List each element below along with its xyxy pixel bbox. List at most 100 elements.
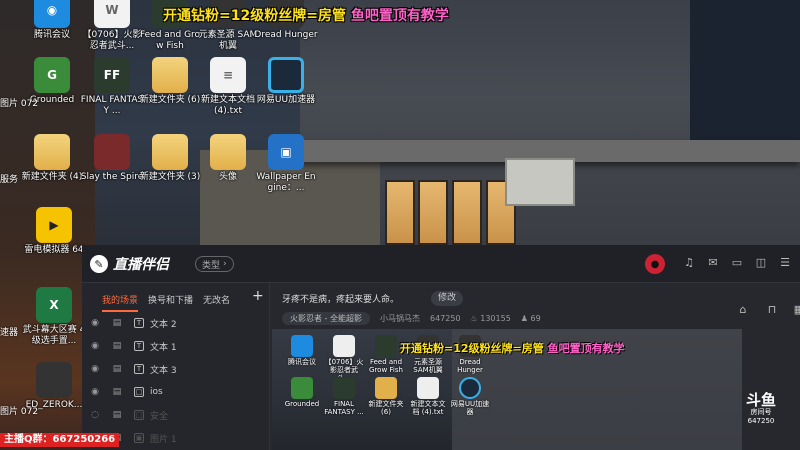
- desktop-icon[interactable]: FF FINAL FANTASY ...: [80, 57, 144, 117]
- preview-icon-label: 元素圣源 SAM机翼: [413, 358, 443, 374]
- preview-icon-label: Feed and Grow Fish: [369, 358, 403, 374]
- desktop-icon-label: 新建文件夹 (4): [21, 172, 83, 182]
- desktop-icon-label: Wallpaper Engine：...: [256, 172, 316, 193]
- source-name: 文本 2: [150, 319, 177, 330]
- category-pill[interactable]: 火影忍者 - 全能超影: [282, 312, 370, 325]
- type-button[interactable]: 类型 ›: [195, 256, 234, 272]
- promo-banner-yellow: 开通钻粉=12级粉丝牌=房管: [400, 342, 544, 355]
- window-capture-icon: □: [134, 410, 144, 420]
- grid-icon[interactable]: ▦: [792, 303, 800, 317]
- lock-icon[interactable]: ▤: [110, 387, 124, 397]
- desktop-icon[interactable]: 新建文件夹 (3): [138, 134, 202, 183]
- type-button-label: 类型: [202, 260, 221, 271]
- desktop-icon-label: 雷电模拟器 64: [24, 245, 84, 255]
- app-logo: ✎ 直播伴侣: [90, 254, 169, 274]
- lock-icon[interactable]: ▤: [110, 364, 124, 374]
- monitor-icon[interactable]: ▭: [730, 256, 744, 270]
- desktop-icon[interactable]: X 武斗幕大区赛 4级选手置...: [22, 287, 86, 347]
- lit-window: [385, 180, 415, 245]
- desktop-icon-label: Dread Hunger: [254, 30, 318, 40]
- source-item[interactable]: ◉ ▤ □ ios: [88, 382, 268, 402]
- eye-icon[interactable]: ◉: [88, 318, 102, 328]
- uu-accelerator-icon: [459, 377, 481, 399]
- desktop-partial-label: 服务: [0, 175, 19, 185]
- desktop-icon-label: 网易UU加速器: [256, 95, 316, 105]
- uu-accelerator-icon: [268, 57, 304, 93]
- preview-icon: 腾讯会议: [282, 335, 322, 366]
- avatar[interactable]: ●: [645, 254, 665, 274]
- mail-icon[interactable]: ✉: [706, 256, 720, 270]
- desktop-partial-label: 速器: [0, 328, 19, 338]
- add-source-button[interactable]: +: [252, 288, 264, 304]
- lock-icon[interactable]: ▤: [110, 410, 124, 420]
- desktop-icon[interactable]: ▶ 雷电模拟器 64: [22, 207, 86, 256]
- source-item[interactable]: ◉ ▤ T 文本 2: [88, 313, 268, 333]
- desktop-icon[interactable]: Slay the Spire: [80, 134, 144, 183]
- desktop-icon[interactable]: ≡ 新建文本文档 (4).txt: [196, 57, 260, 117]
- promo-banner-yellow: 开通钻粉=12级粉丝牌=房管: [163, 8, 346, 24]
- game-icon: [375, 335, 397, 357]
- game-icon: [333, 377, 355, 399]
- source-name: 安全: [150, 411, 169, 422]
- source-name: ios: [150, 387, 163, 397]
- headset-icon[interactable]: ♫: [682, 256, 696, 270]
- desktop-partial-label: 图片 072: [0, 407, 39, 417]
- eye-icon[interactable]: ◉: [88, 387, 102, 397]
- eye-icon[interactable]: ◉: [88, 364, 102, 374]
- desktop-icon-label: FINAL FANTASY ...: [80, 95, 144, 116]
- desktop-icon[interactable]: W 【0706】火影忍者武斗...: [80, 0, 144, 52]
- desktop-icon-label: Slay the Spire: [80, 172, 144, 182]
- skin-icon[interactable]: ◫: [754, 256, 768, 270]
- doc-icon: [333, 335, 355, 357]
- room-id: 647250: [429, 314, 461, 323]
- text-source-icon: T: [134, 318, 144, 328]
- desktop-icon[interactable]: ▣ Wallpaper Engine：...: [254, 134, 318, 194]
- game-icon: FF: [94, 57, 130, 93]
- edit-title-button[interactable]: 修改: [431, 291, 464, 306]
- lock-icon[interactable]: ▤: [110, 341, 124, 351]
- desktop-icon-label: 新建文件夹 (6): [139, 95, 201, 105]
- menu-icon[interactable]: ☰: [778, 256, 792, 270]
- game-icon: [94, 134, 130, 170]
- tab-my-scenes[interactable]: 我的场景: [102, 293, 139, 312]
- desktop-icon[interactable]: 头像: [196, 134, 260, 183]
- folder-icon: [210, 134, 246, 170]
- eye-icon[interactable]: ◉: [88, 341, 102, 351]
- chevron-right-icon: ›: [223, 259, 227, 269]
- tab-switch-account[interactable]: 换号和下播: [148, 293, 193, 312]
- preview-icon-label: FINAL FANTASY ...: [324, 400, 364, 416]
- gift-icon[interactable]: ⌂: [736, 303, 750, 317]
- logo-icon: ✎: [90, 255, 108, 273]
- desktop-partial-label: 图片 072: [0, 99, 39, 109]
- source-item[interactable]: ◉ ▤ T 文本 3: [88, 359, 268, 379]
- scene-panel: 我的场景 换号和下播 无改名 + ◉ ▤ T 文本 2 ◉ ▤ T 文本 1 ◉…: [82, 283, 270, 450]
- desktop-icon-label: 腾讯会议: [33, 30, 70, 40]
- eye-icon[interactable]: ◌: [88, 410, 102, 420]
- preview-icon-label: 腾讯会议: [288, 358, 316, 366]
- lit-window: [418, 180, 448, 245]
- source-item[interactable]: ◉ ▤ T 文本 1: [88, 336, 268, 356]
- tab-rename[interactable]: 无改名: [203, 293, 230, 312]
- desktop-icon-label: 【0706】火影忍者武斗...: [82, 30, 142, 51]
- app-title: 直播伴侣: [113, 257, 169, 273]
- desktop-icon[interactable]: 网易UU加速器: [254, 57, 318, 106]
- promo-banner-pink: 鱼吧置顶有教学: [350, 8, 449, 24]
- source-name: 文本 3: [150, 365, 177, 376]
- wallpaper-engine-icon: ▣: [268, 134, 304, 170]
- desktop-icon[interactable]: ◉ 腾讯会议: [20, 0, 84, 41]
- preview-icon: 新建文件夹 (6): [366, 377, 406, 416]
- room-label: 房间号: [750, 408, 772, 416]
- desktop-icon[interactable]: 新建文件夹 (4): [20, 134, 84, 183]
- preview-icon-label: 新建文件夹 (6): [368, 400, 404, 416]
- fire-icon: ♨: [470, 314, 478, 323]
- desktop-icon-label: 新建文件夹 (3): [139, 172, 201, 182]
- text-file-icon: ≡: [210, 57, 246, 93]
- desktop-icon[interactable]: 新建文件夹 (6): [138, 57, 202, 106]
- fans-group: ♟ 69: [521, 314, 541, 323]
- source-item[interactable]: ◌ ▤ □ 安全: [88, 405, 268, 425]
- stream-info-row: 火影忍者 - 全能超影 小马锅马杰 647250 ♨ 130155 ♟ 69: [282, 312, 541, 325]
- text-source-icon: T: [134, 364, 144, 374]
- scene-tabs: 我的场景 换号和下播 无改名: [102, 293, 230, 312]
- lock-icon[interactable]: ▤: [110, 318, 124, 328]
- unlock-icon[interactable]: ⊓: [765, 303, 779, 317]
